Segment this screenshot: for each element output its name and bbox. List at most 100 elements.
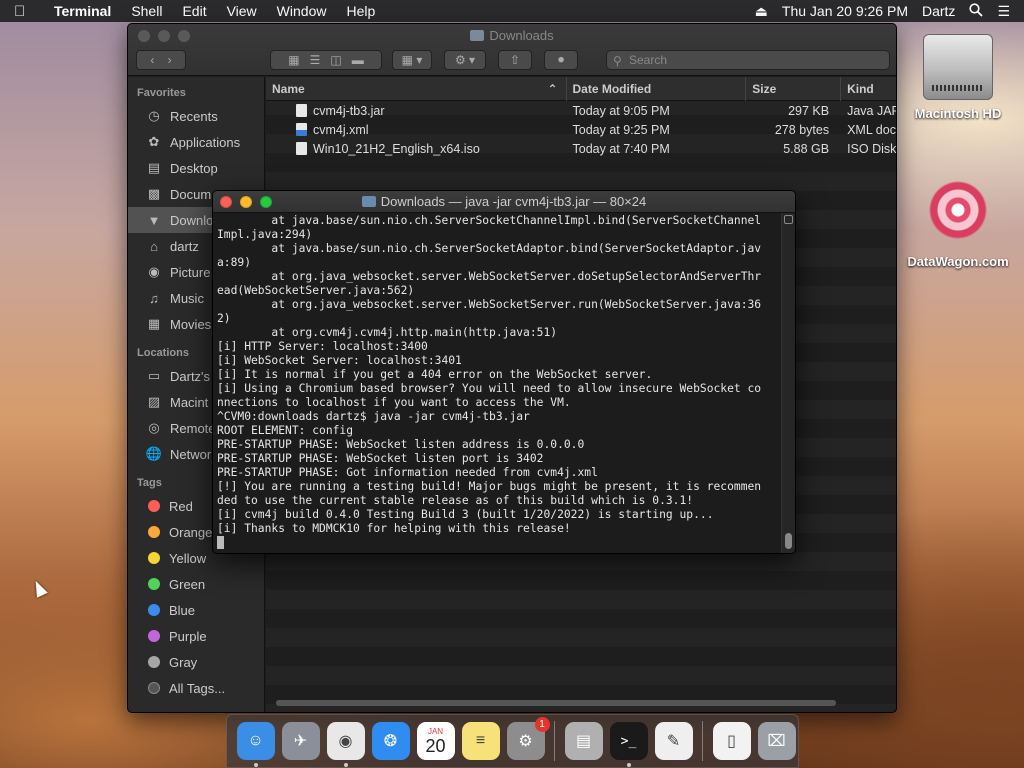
running-indicator bbox=[343, 763, 348, 767]
scroll-thumb[interactable] bbox=[785, 533, 792, 549]
terminal-line: at java.base/sun.nio.ch.ServerSocketChan… bbox=[217, 214, 762, 227]
calendar-icon[interactable]: JAN 20 bbox=[416, 722, 455, 760]
textedit-icon[interactable]: ✎ bbox=[654, 722, 693, 760]
search-icon[interactable] bbox=[969, 2, 984, 20]
share-button[interactable]: ⇧ bbox=[498, 50, 532, 70]
terminal-line: ead(WebSocketServer.java:562) bbox=[217, 284, 415, 297]
desktop-icon-datawagon[interactable]: DataWagon.com bbox=[903, 170, 1013, 269]
horizontal-scrollbar[interactable] bbox=[276, 700, 836, 706]
textedit-icon-glyph: ✎ bbox=[666, 733, 681, 750]
scroll-bookmark-icon bbox=[784, 215, 793, 224]
back-forward-buttons[interactable]: ‹ › bbox=[136, 50, 186, 70]
sidebar-item-recents[interactable]: ◷ Recents bbox=[128, 103, 264, 129]
sidebar-tag-purple[interactable]: Purple bbox=[128, 623, 264, 649]
zoom-button[interactable] bbox=[260, 196, 272, 208]
group-button[interactable]: ▦ ▾ bbox=[392, 50, 432, 70]
archive-icon-glyph: ▤ bbox=[575, 733, 592, 750]
mouse-pointer-icon bbox=[30, 578, 48, 598]
terminal-line: PRE-STARTUP PHASE: WebSocket listen addr… bbox=[217, 438, 585, 451]
terminal-line: 2) bbox=[217, 312, 231, 325]
chrome-icon[interactable]: ◉ bbox=[326, 722, 365, 767]
download-icon: ▼ bbox=[147, 212, 161, 228]
tag-dot-icon bbox=[148, 630, 160, 642]
close-button[interactable] bbox=[220, 196, 232, 208]
trash-icon-glyph: ⌧ bbox=[767, 733, 786, 750]
terminal-line: Impl.java:294) bbox=[217, 228, 313, 241]
file-row[interactable]: cvm4j.xml Today at 9:25 PM 278 bytes XML… bbox=[266, 120, 896, 139]
column-kind[interactable]: Kind bbox=[841, 77, 896, 101]
terminal-icon-glyph: >_ bbox=[620, 733, 637, 749]
terminal-line: nnections to localhost if you want to ac… bbox=[217, 396, 571, 409]
terminal-line: at org.cvm4j.cvm4j.http.main(http.java:5… bbox=[217, 326, 558, 339]
finder-window-title: Downloads bbox=[128, 28, 896, 43]
menu-app-name[interactable]: Terminal bbox=[44, 3, 121, 19]
trash-icon[interactable]: ⌧ bbox=[757, 722, 796, 760]
desktop-icon-macintosh-hd[interactable]: Macintosh HD bbox=[903, 34, 1013, 121]
file-row[interactable]: Win10_21H2_English_x64.iso Today at 7:40… bbox=[266, 139, 896, 158]
menu-view[interactable]: View bbox=[217, 3, 267, 19]
column-name[interactable]: Name ⌃ bbox=[266, 76, 567, 101]
file-list-header: Name ⌃ Date Modified Size Kind bbox=[266, 76, 896, 101]
menu-user[interactable]: Dartz bbox=[922, 3, 955, 19]
desktop-icon-label: Macintosh HD bbox=[914, 106, 1002, 121]
terminal-line: at org.java_websocket.server.WebSocketSe… bbox=[217, 298, 762, 311]
apple-menu-icon[interactable]:  bbox=[14, 3, 44, 20]
tag-button[interactable]: ⚫ bbox=[544, 50, 578, 70]
music-icon: ♫ bbox=[149, 290, 159, 306]
sidebar-item-applications[interactable]: ✿ Applications bbox=[128, 129, 264, 155]
terminal-line: a:89) bbox=[217, 256, 252, 269]
terminal-line: PRE-STARTUP PHASE: Got information neede… bbox=[217, 466, 598, 479]
vertical-scrollbar[interactable] bbox=[781, 213, 795, 553]
terminal-line: at java.base/sun.nio.ch.ServerSocketAdap… bbox=[217, 242, 762, 255]
home-icon: ⌂ bbox=[150, 238, 158, 254]
disk-icon: ▨ bbox=[147, 394, 161, 409]
terminal-icon[interactable]: >_ bbox=[609, 722, 648, 767]
view-mode-buttons[interactable]: ▦ ☰ ◫ ▬ bbox=[270, 50, 382, 70]
terminal-titlebar: Downloads — java -jar cvm4j-tb3.jar — 80… bbox=[213, 191, 795, 213]
terminal-line: [i] cvm4j build 0.4.0 Testing Build 3 (b… bbox=[217, 508, 714, 521]
xml-file-icon bbox=[296, 122, 307, 136]
sort-chevron-icon: ⌃ bbox=[547, 81, 558, 96]
gear-icon[interactable]: ⚙ 1 bbox=[506, 717, 550, 760]
terminal-line: ded to use the current stable release as… bbox=[217, 494, 694, 507]
rocket-icon[interactable]: ✈ bbox=[281, 722, 320, 760]
eject-icon[interactable]: ⏏ bbox=[755, 3, 768, 20]
sidebar-tag-blue[interactable]: Blue bbox=[128, 597, 264, 623]
terminal-line: [i] Using a Chromium based browser? You … bbox=[217, 382, 762, 395]
compass-icon[interactable]: ❂ bbox=[371, 722, 410, 760]
column-date-modified[interactable]: Date Modified bbox=[567, 76, 747, 101]
notes-icon[interactable]: ≡ bbox=[461, 722, 500, 760]
applications-icon: ✿ bbox=[148, 134, 160, 149]
list-icon[interactable]: ☰ bbox=[997, 3, 1010, 20]
menu-window[interactable]: Window bbox=[267, 3, 337, 19]
menu-shell[interactable]: Shell bbox=[121, 3, 172, 19]
menu-clock[interactable]: Thu Jan 20 9:26 PM bbox=[782, 3, 908, 19]
archive-icon[interactable]: ▤ bbox=[564, 722, 603, 760]
dock: ☺ ✈ ◉ ❂ JAN 20 ≡ ⚙ 1 ▤ >_ ✎ ▯ ⌧ bbox=[226, 714, 799, 768]
tag-dot-icon bbox=[148, 578, 160, 590]
sidebar-tag-green[interactable]: Green bbox=[128, 571, 264, 597]
network-icon: 🌐 bbox=[145, 446, 163, 461]
tag-dot-icon bbox=[148, 604, 160, 616]
window-controls bbox=[220, 196, 272, 208]
sidebar-tag-gray[interactable]: Gray bbox=[128, 649, 264, 675]
sidebar-item-desktop[interactable]: ▤ Desktop bbox=[128, 155, 264, 181]
gear-icon-glyph: ⚙ bbox=[518, 733, 533, 750]
column-size[interactable]: Size bbox=[746, 76, 842, 101]
terminal-output[interactable]: at java.base/sun.nio.ch.ServerSocketChan… bbox=[217, 213, 781, 553]
finder-icon[interactable]: ☺ bbox=[236, 722, 275, 767]
file-row[interactable]: cvm4j-tb3.jar Today at 9:05 PM 297 KB Ja… bbox=[266, 101, 896, 120]
menu-edit[interactable]: Edit bbox=[172, 3, 216, 19]
file-icon[interactable]: ▯ bbox=[712, 722, 751, 760]
search-input[interactable]: ⚲ Search bbox=[606, 50, 890, 70]
film-icon: ▦ bbox=[147, 316, 161, 331]
finder-titlebar: Downloads ‹ › ▦ ☰ ◫ ▬ ▦ ▾ ⚙ ▾ ⇧ ⚫ ⚲ Sear… bbox=[128, 24, 896, 76]
terminal-line: at org.java_websocket.server.WebSocketSe… bbox=[217, 270, 762, 283]
sidebar-tag-all[interactable]: All Tags... bbox=[128, 675, 264, 701]
minimize-button[interactable] bbox=[240, 196, 252, 208]
dock-separator bbox=[554, 721, 555, 761]
computer-icon: ▭ bbox=[147, 368, 161, 383]
menu-help[interactable]: Help bbox=[336, 3, 385, 19]
datawagon-logo bbox=[923, 170, 993, 250]
action-gear-button[interactable]: ⚙ ▾ bbox=[444, 50, 486, 70]
